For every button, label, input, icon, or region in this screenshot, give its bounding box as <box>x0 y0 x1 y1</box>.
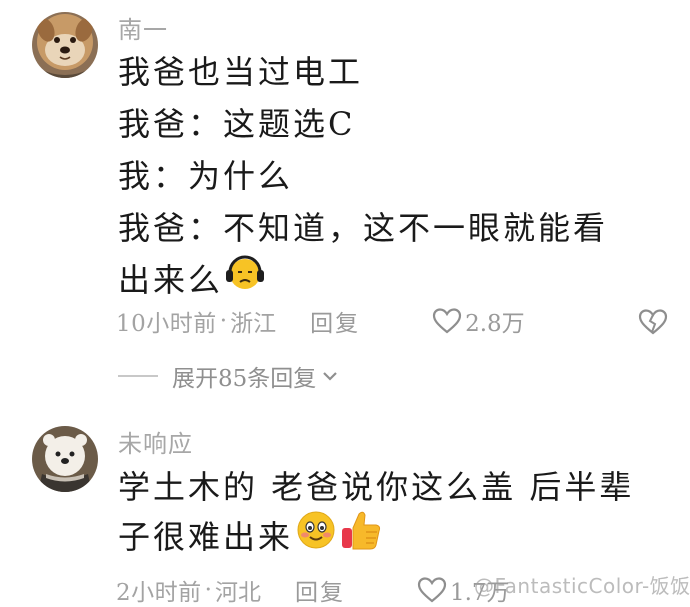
divider <box>118 375 158 377</box>
expand-replies-label: 展开85条回复 <box>172 366 317 392</box>
comment-line: 我爸：不知道，这不一眼就能看 <box>118 209 609 247</box>
comment-meta: 10小时前 · 浙江 回复 2.8万 <box>116 304 668 338</box>
broken-heart-icon <box>638 309 668 335</box>
heart-icon <box>432 308 462 334</box>
reply-button[interactable]: 回复 <box>310 304 360 338</box>
separator: · <box>219 308 228 334</box>
timestamp: 2小时前 <box>116 580 202 606</box>
comment-line: 我爸也当过电工 <box>118 53 364 91</box>
headphone-face-emoji <box>225 253 265 308</box>
comment-line: 出来么 <box>118 254 608 306</box>
comment-line: 子很难出来 <box>118 509 634 565</box>
comment-line: 我：为什么 <box>118 157 294 195</box>
comment-line: 学土木的 老爸说你这么盖 后半辈 <box>118 468 635 506</box>
blushing-face-emoji <box>295 509 337 565</box>
bear-avatar-image <box>32 426 98 492</box>
dislike-button[interactable] <box>638 308 668 342</box>
comment-line-text: 子很难出来 <box>118 518 294 556</box>
avatar[interactable] <box>32 12 98 78</box>
like-button[interactable]: 2.8万 <box>432 304 525 338</box>
watermark: @FantasticColor-饭饭 <box>474 574 690 598</box>
avatar[interactable] <box>32 426 98 492</box>
expand-replies-button[interactable]: 展开85条回复 <box>118 360 338 392</box>
timestamp: 10小时前 <box>116 311 217 337</box>
location: 浙江 <box>230 311 277 337</box>
heart-icon <box>417 577 447 603</box>
reply-button[interactable]: 回复 <box>295 573 345 607</box>
username[interactable]: 未响应 <box>118 424 193 459</box>
dog-avatar-image <box>32 12 98 78</box>
comment-text: 我爸也当过电工 我爸：这题选C 我：为什么 我爸：不知道，这不一眼就能看 出来么 <box>118 46 608 306</box>
username[interactable]: 南一 <box>118 10 168 45</box>
comment-line-text: 出来么 <box>118 261 224 299</box>
location: 河北 <box>214 580 261 606</box>
like-count: 2.8万 <box>465 311 525 337</box>
chevron-down-icon <box>323 372 338 381</box>
thumbs-up-emoji <box>339 508 383 566</box>
comment-line: 我爸：这题选C <box>118 105 356 143</box>
separator: · <box>204 577 212 603</box>
comment-text: 学土木的 老爸说你这么盖 后半辈 子很难出来 <box>118 462 634 562</box>
